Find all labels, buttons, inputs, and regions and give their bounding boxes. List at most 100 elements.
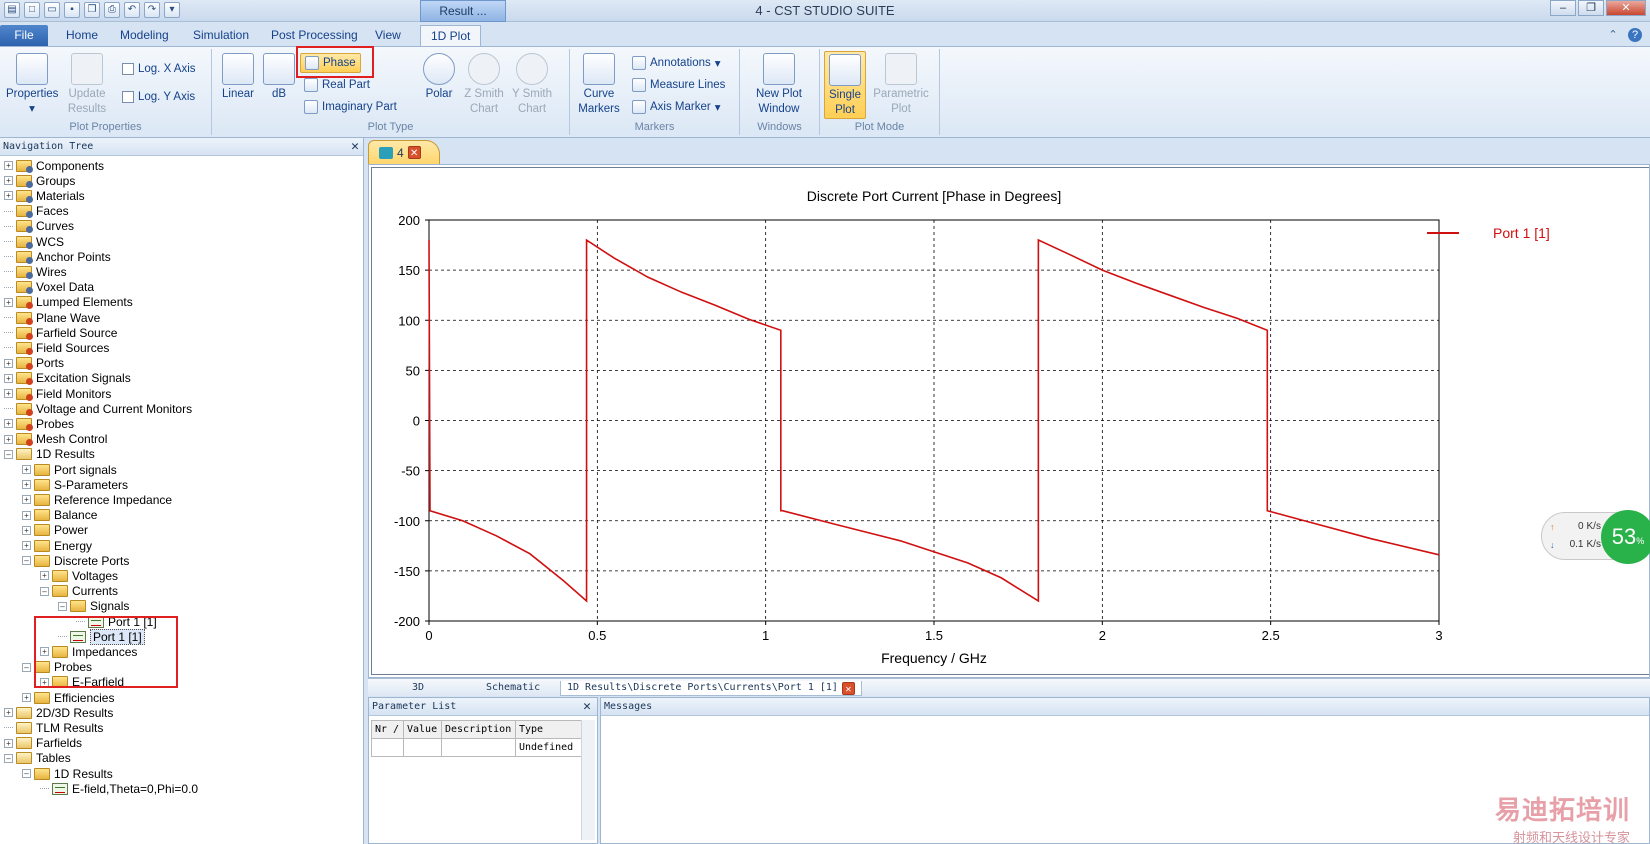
help-icon[interactable]: ? [1628,28,1642,42]
expand-icon[interactable]: + [22,480,31,490]
tree-node[interactable]: Farfield Source [4,325,117,340]
view-tab-1d-result[interactable]: 1D Results\Discrete Ports\Currents\Port … [560,681,862,696]
expand-icon[interactable]: + [4,389,13,398]
expand-icon[interactable]: + [4,358,13,368]
tree-node[interactable]: Curves [4,219,74,234]
update-results-button[interactable]: Update Results [64,51,110,117]
collapse-icon[interactable]: – [40,586,49,596]
tab-view[interactable]: View [365,25,411,46]
tab-modeling[interactable]: Modeling [110,25,179,46]
measure-lines-button[interactable]: Measure Lines [632,75,725,95]
minimize-icon[interactable]: – [1550,0,1576,16]
expand-icon[interactable]: + [4,419,13,429]
tab-home[interactable]: Home [56,25,108,46]
tree-node[interactable]: – Tables [4,751,71,766]
expand-icon[interactable]: + [22,465,31,474]
close-icon[interactable]: ✕ [351,138,359,155]
new-plot-window-button[interactable]: New Plot Window [748,51,810,117]
column-header[interactable]: Type [515,720,582,739]
tree-node[interactable]: Voxel Data [4,280,94,295]
collapse-icon[interactable]: – [22,769,31,778]
tree-node[interactable]: + Power [22,523,88,538]
tree-node[interactable]: – Signals [58,599,129,614]
tree-node[interactable]: + Farfields [4,736,82,751]
tree-node[interactable]: + Excitation Signals [4,371,131,386]
expand-icon[interactable]: + [4,434,13,444]
tree-node[interactable]: + Energy [22,538,92,553]
tree-node[interactable]: – 1D Results [22,766,113,781]
tab-1d-plot[interactable]: 1D Plot [420,25,482,46]
tree-node[interactable]: + Mesh Control [4,432,107,447]
polar-button[interactable]: Polar [418,51,460,102]
tree-node[interactable]: Anchor Points [4,249,111,264]
tree-node[interactable]: + Components [4,158,104,173]
expand-icon[interactable]: + [4,738,13,748]
curve-markers-button[interactable]: Curve Markers [576,51,622,117]
tab-simulation[interactable]: Simulation [183,25,259,46]
tab-file[interactable]: File [0,25,48,46]
linear-button[interactable]: Linear [218,51,258,102]
tree-node[interactable]: + Port signals [22,462,117,477]
tree-node[interactable]: + Voltages [40,568,118,583]
tree-node[interactable]: Faces [4,204,69,219]
view-tab-3d[interactable]: 3D [406,681,430,696]
axis-marker-button[interactable]: Axis Marker ▾ [632,97,720,117]
properties-button[interactable]: Properties ▾ [6,51,58,117]
expand-icon[interactable]: + [4,191,13,201]
close-window-icon[interactable]: ✕ [1606,0,1646,16]
tree-node[interactable]: E-field,Theta=0,Phi=0.0 [40,781,198,796]
collapse-icon[interactable]: – [4,753,13,763]
close-tab-icon[interactable]: ✕ [407,146,421,159]
maximize-icon[interactable]: ❐ [1578,0,1604,16]
tree-node[interactable]: + Reference Impedance [22,492,172,507]
collapse-icon[interactable]: – [58,601,67,611]
tree-node[interactable]: + Field Monitors [4,386,111,401]
view-tab-schematic[interactable]: Schematic [480,681,546,696]
tree-node[interactable]: Plane Wave [4,310,100,325]
phase-chart[interactable]: 0 0.5 1 1.5 2 2.5 3 -200 -150 -100 -50 0 50 100 150 200… [369,165,1649,677]
tree-node[interactable]: – Currents [40,584,118,599]
expand-icon[interactable]: + [22,495,31,505]
tree-node[interactable]: + Ports [4,356,64,371]
tree-node[interactable]: + Efficiencies [22,690,114,705]
z-smith-chart-button[interactable]: Z Smith Chart [462,51,506,117]
expand-icon[interactable]: + [22,693,31,702]
tree-node[interactable]: + Lumped Elements [4,295,133,310]
tree-node[interactable]: TLM Results [4,720,103,735]
imaginary-part-button[interactable]: Imaginary Part [304,97,397,117]
column-header[interactable]: Value [403,720,442,739]
close-tab-icon[interactable]: ✕ [841,681,855,695]
expand-icon[interactable]: + [22,541,31,550]
close-icon[interactable]: ✕ [583,698,591,715]
expand-icon[interactable]: + [4,161,13,170]
parametric-plot-button[interactable]: Parametric Plot [872,51,930,117]
single-plot-button[interactable]: Single Plot [824,51,866,119]
expand-icon[interactable]: + [22,525,31,535]
expand-icon[interactable]: + [4,297,13,307]
expand-icon[interactable]: + [4,373,13,383]
tab-post-processing[interactable]: Post Processing [261,25,368,46]
tree-node[interactable]: + Probes [4,416,74,431]
annotations-button[interactable]: Annotations ▾ [632,53,721,73]
collapse-icon[interactable]: – [22,556,31,566]
document-tab-4[interactable]: 4 ✕ [368,140,440,164]
expand-icon[interactable]: + [4,176,13,186]
column-header[interactable]: Nr / [371,720,404,739]
tree-node[interactable]: Voltage and Current Monitors [4,401,192,416]
y-smith-chart-button[interactable]: Y Smith Chart [510,51,554,117]
minimize-ribbon-icon[interactable]: ⌃ [1606,28,1620,42]
tree-node[interactable]: +2D/3D Results [4,705,113,720]
tree-node[interactable]: + S-Parameters [22,477,128,492]
tree-node[interactable]: WCS [4,234,64,249]
log-y-axis-checkbox[interactable]: Log. Y Axis [122,87,195,107]
expand-icon[interactable]: + [22,510,31,520]
tree-node[interactable]: + Materials [4,188,85,203]
tree-node[interactable]: – 1D Results [4,447,95,462]
db-button[interactable]: dB [262,51,296,102]
tree-node[interactable]: Field Sources [4,340,109,355]
column-header[interactable]: Description [441,720,516,739]
real-part-button[interactable]: Real Part [304,75,370,95]
network-speed-widget[interactable]: ↑ 0 K/s ↓ 0.1 K/s 53% [1541,510,1650,568]
tree-node[interactable]: + Balance [22,508,97,523]
tree-node[interactable]: + Groups [4,173,75,188]
